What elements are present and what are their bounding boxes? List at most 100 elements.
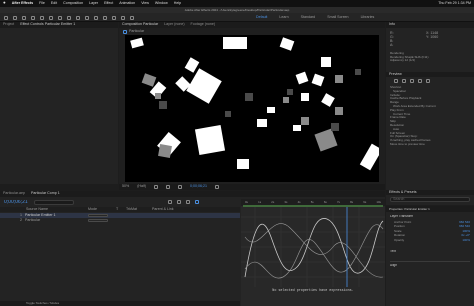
layer-mode-select[interactable] bbox=[88, 213, 108, 218]
hand-tool-icon[interactable] bbox=[22, 15, 26, 20]
mask-icon[interactable] bbox=[166, 185, 170, 189]
particle-cube bbox=[194, 124, 226, 156]
menu-item-window[interactable]: Window bbox=[155, 1, 168, 6]
menu-item-file[interactable]: File bbox=[39, 1, 45, 6]
preview-move-time-checkbox[interactable]: Move time to preview time bbox=[390, 143, 472, 147]
grid-icon[interactable] bbox=[154, 185, 158, 189]
last-frame-icon[interactable] bbox=[426, 79, 430, 83]
tab-effect-controls[interactable]: Effect Controls Particular Emitter 1 bbox=[20, 23, 75, 27]
align-section[interactable]: Align bbox=[390, 264, 397, 267]
stamp-tool-icon[interactable] bbox=[103, 15, 107, 20]
particle-cube bbox=[355, 69, 361, 75]
tab-footage[interactable]: Footage (none) bbox=[191, 23, 216, 27]
text-section[interactable]: Text bbox=[390, 250, 396, 253]
pen-tool-icon[interactable] bbox=[76, 15, 80, 20]
type-tool-icon[interactable] bbox=[85, 15, 89, 20]
puppet-tool-icon[interactable] bbox=[130, 15, 134, 20]
pan-behind-icon[interactable] bbox=[58, 15, 62, 20]
project-panel-header: Project Effect Controls Particular Emitt… bbox=[0, 22, 118, 28]
effects-title[interactable]: Effects & Presets bbox=[389, 190, 417, 195]
particle-cube bbox=[321, 93, 335, 107]
toggle-switches-modes[interactable]: Toggle Switches / Modes bbox=[26, 302, 59, 305]
preview-title[interactable]: Preview bbox=[389, 72, 402, 77]
motion-blur-icon[interactable] bbox=[186, 200, 190, 204]
comp-viewer[interactable] bbox=[125, 35, 379, 182]
camera-icon[interactable] bbox=[178, 185, 182, 189]
workspace-default[interactable]: Default bbox=[256, 15, 267, 20]
prop-value[interactable]: 100% bbox=[462, 238, 470, 243]
workspace-learn[interactable]: Learn bbox=[279, 15, 288, 20]
timeline-search[interactable] bbox=[34, 200, 74, 205]
tab-timeline-particular[interactable]: Particular.aep bbox=[3, 192, 25, 196]
apple-icon[interactable]: ● bbox=[3, 1, 6, 6]
menu-item-edit[interactable]: Edit bbox=[51, 1, 57, 6]
preview-header: Preview bbox=[386, 72, 474, 77]
shape-tool-icon[interactable] bbox=[67, 15, 71, 20]
eraser-tool-icon[interactable] bbox=[112, 15, 116, 20]
tab-timeline-comp[interactable]: Particular Comp 1 bbox=[31, 192, 60, 196]
workspace-libraries[interactable]: Libraries bbox=[361, 15, 375, 20]
app-name[interactable]: After Effects bbox=[12, 1, 33, 6]
composition-panel: Composition Particular Layer (none) Foot… bbox=[119, 22, 385, 190]
render-info: Rendering Rendering ShapE SHS (F11) Adja… bbox=[390, 52, 470, 63]
layer-mode-select[interactable] bbox=[88, 218, 108, 223]
brush-tool-icon[interactable] bbox=[94, 15, 98, 20]
particle-cube bbox=[130, 37, 144, 49]
menu-item-layer[interactable]: Layer bbox=[89, 1, 98, 6]
graph-editor[interactable]: 0s 1s 2s 3s 4s 5s 6s 7s 8s 9s 10s No sel… bbox=[241, 199, 385, 306]
ruler-tick: 10s bbox=[376, 200, 381, 205]
particle-cube bbox=[283, 97, 289, 103]
particle-cube bbox=[184, 57, 200, 73]
particle-render bbox=[130, 37, 379, 171]
menu-item-view[interactable]: View bbox=[141, 1, 149, 6]
graph-editor-icon[interactable] bbox=[195, 200, 199, 204]
column-t[interactable]: T bbox=[116, 207, 124, 212]
tab-info[interactable]: Info bbox=[389, 23, 395, 27]
camera-tool-icon[interactable] bbox=[49, 15, 53, 20]
viewer-timecode[interactable]: 0;00;06;21 bbox=[190, 185, 207, 189]
color-icon[interactable] bbox=[215, 185, 219, 189]
layer-name[interactable]: Particular bbox=[25, 218, 85, 223]
selection-tool-icon[interactable] bbox=[13, 15, 17, 20]
rotate-tool-icon[interactable] bbox=[40, 15, 44, 20]
tab-composition[interactable]: Composition Particular bbox=[122, 23, 158, 27]
prop-row: Opacity 100% bbox=[394, 238, 470, 243]
layer-row[interactable]: 2 Particular bbox=[0, 218, 240, 223]
prev-frame-icon[interactable] bbox=[402, 79, 406, 83]
menu-item-composition[interactable]: Composition bbox=[63, 1, 83, 6]
tab-layer[interactable]: Layer (none) bbox=[164, 23, 184, 27]
column-mode[interactable]: Mode bbox=[88, 207, 114, 212]
effects-search[interactable]: Search bbox=[390, 197, 470, 202]
particle-cube bbox=[141, 73, 157, 87]
home-icon[interactable] bbox=[4, 15, 8, 20]
ruler-tick: 9s bbox=[363, 200, 367, 205]
roto-tool-icon[interactable] bbox=[121, 15, 125, 20]
workspace-standard[interactable]: Standard bbox=[301, 15, 316, 20]
menu-item-effect[interactable]: Effect bbox=[104, 1, 113, 6]
layer-name[interactable]: Particular Emitter 1 bbox=[25, 213, 85, 218]
particle-cube bbox=[225, 111, 231, 117]
zoom-select[interactable]: 50% bbox=[122, 185, 129, 189]
resolution-select[interactable]: (Half) bbox=[137, 185, 146, 189]
menu-item-help[interactable]: Help bbox=[174, 1, 181, 6]
tab-project[interactable]: Project bbox=[3, 23, 14, 27]
preview-controls bbox=[394, 79, 430, 83]
frame-blend-icon[interactable] bbox=[177, 200, 181, 204]
tab-properties[interactable]: Properties: Particular Emitter 1 bbox=[389, 207, 430, 211]
column-trkmat[interactable]: TrkMat bbox=[126, 207, 150, 212]
layer-transform-section[interactable]: Layer Transform bbox=[390, 215, 413, 218]
timeline-timecode[interactable]: 0;00;06;21 bbox=[4, 200, 28, 205]
next-frame-icon[interactable] bbox=[418, 79, 422, 83]
particle-cube bbox=[186, 68, 222, 104]
breadcrumb-item[interactable]: Particular bbox=[129, 29, 144, 34]
ruler-tick: 5s bbox=[310, 200, 314, 205]
column-parent[interactable]: Parent & Link bbox=[152, 207, 174, 212]
workspace-small-screen[interactable]: Small Screen bbox=[327, 15, 348, 20]
value-graph[interactable] bbox=[241, 207, 385, 287]
shy-icon[interactable] bbox=[168, 200, 172, 204]
column-source-name[interactable]: Source Name bbox=[26, 207, 86, 212]
zoom-tool-icon[interactable] bbox=[31, 15, 35, 20]
menu-item-animation[interactable]: Animation bbox=[119, 1, 135, 6]
first-frame-icon[interactable] bbox=[394, 79, 398, 83]
play-icon[interactable] bbox=[410, 79, 414, 83]
